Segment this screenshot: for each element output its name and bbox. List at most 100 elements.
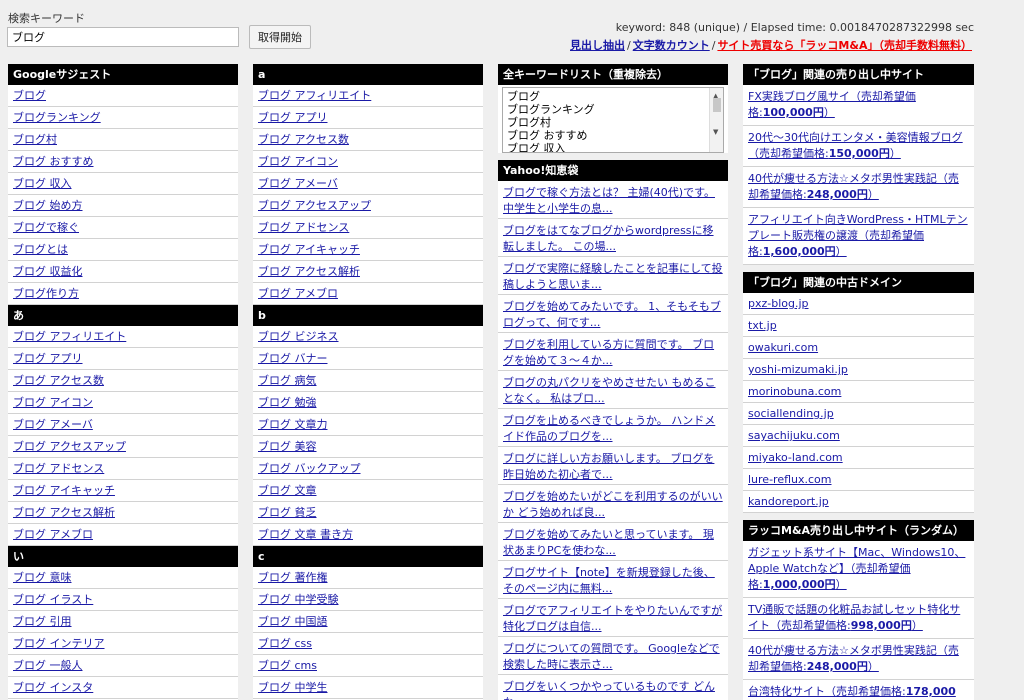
sale-site-link[interactable]: FX実践ブログ風サイ（売却希望価格:100,000円） [748,90,916,119]
related-sale-panel: 「ブログ」関連の売り出し中サイト FX実践ブログ風サイ（売却希望価格:100,0… [743,64,974,265]
keyword-link[interactable]: ブログ 始め方 [13,199,83,212]
char-count-link[interactable]: 文字数カウント [633,39,710,52]
question-link[interactable]: ブログについての質問です。 Googleなどで検索した時に表示さ... [503,642,720,671]
textarea-scrollbar[interactable]: ▲ ▼ [709,88,723,152]
keyword-link[interactable]: ブログ アプリ [258,111,328,124]
keyword-link[interactable]: ブログ アフィリエイト [258,89,371,102]
keyword-link[interactable]: ブログ バナー [258,352,328,365]
scroll-thumb[interactable] [713,98,721,112]
keyword-link[interactable]: ブログ 中学生 [258,681,328,694]
sale-site-row: 台湾特化サイト（売却希望価格:178,000 [743,680,974,700]
keyword-link[interactable]: ブログ アイキャッチ [258,243,360,256]
keyword-link[interactable]: ブログ インテリア [13,637,105,650]
keyword-link[interactable]: ブログ 病気 [258,374,317,387]
domain-link[interactable]: yoshi-mizumaki.jp [748,363,848,376]
all-keywords-textarea[interactable]: ▲ ▼ ブログブログランキングブログ村ブログ おすすめブログ 収入ブログ 始め方 [502,87,724,153]
domain-link[interactable]: kandoreport.jp [748,495,829,508]
keyword-link[interactable]: ブログ アイコン [13,396,93,409]
domain-link[interactable]: sociallending.jp [748,407,834,420]
keyword-link[interactable]: ブログ イラスト [13,593,93,606]
keyword-link[interactable]: ブログ 文章力 [258,418,328,431]
keyword-link[interactable]: ブログ cms [258,659,317,672]
keyword-link[interactable]: ブログ アクセス数 [258,133,349,146]
keyword-link[interactable]: ブログ アクセス解析 [13,506,115,519]
sale-site-link[interactable]: 台湾特化サイト（売却希望価格:178,000 [748,685,956,698]
sale-site-link[interactable]: 20代～30代向けエンタメ・美容情報ブログ（売却希望価格:150,000円） [748,131,963,160]
keyword-link[interactable]: ブログランキング [13,111,101,124]
keyword-link[interactable]: ブログ アメブロ [258,287,338,300]
keyword-link[interactable]: ブログ 意味 [13,571,72,584]
domain-link[interactable]: morinobuna.com [748,385,841,398]
keyword-link[interactable]: ブログ ビジネス [258,330,339,343]
keyword-link[interactable]: ブログ アイキャッチ [13,484,115,497]
keyword-link[interactable]: ブログ 中学受験 [258,593,339,606]
domain-link[interactable]: lure-reflux.com [748,473,832,486]
keyword-link[interactable]: ブログ アクセス数 [13,374,104,387]
question-link[interactable]: ブログを始めたいがどこを利用するのがいいか どう始めれば良... [503,490,723,519]
domain-row: sayachijuku.com [743,425,974,447]
keyword-link[interactable]: ブログ 著作権 [258,571,328,584]
keyword-link[interactable]: ブログ アメブロ [13,528,93,541]
keyword-link[interactable]: ブログ アドセンス [258,221,349,234]
keyword-link[interactable]: ブログ おすすめ [13,155,94,168]
question-link[interactable]: ブログで実際に経験したことを記事にして投稿しようと思いま... [503,262,723,291]
keyword-link[interactable]: ブログ アフィリエイト [13,330,126,343]
keyword-link[interactable]: ブログ アメーバ [258,177,338,190]
domain-link[interactable]: owakuri.com [748,341,818,354]
keyword-link[interactable]: ブログ村 [13,133,57,146]
keyword-link[interactable]: ブログ アクセスアップ [258,199,371,212]
keyword-link[interactable]: ブログ 勉強 [258,396,317,409]
sale-site-title: 台湾特化サイト（売却希望価格: [748,685,906,698]
sale-site-link[interactable]: 40代が痩せる方法☆メタボ男性実践記（売却希望価格:248,000円） [748,644,959,673]
keyword-link[interactable]: ブログとは [13,243,68,256]
domain-link[interactable]: pxz-blog.jp [748,297,809,310]
keyword-link[interactable]: ブログ アメーバ [13,418,93,431]
question-link[interactable]: ブログサイト【note】を新規登録した後、そのページ内に無料... [503,566,715,595]
keyword-row: ブログ アイコン [253,151,483,173]
sale-site-price: 248,000円 [806,188,868,201]
midashi-link[interactable]: 見出し抽出 [570,39,625,52]
sale-site-link[interactable]: アフィリエイト向きWordPress・HTMLテンプレート販売権の譲渡（売却希望… [748,213,968,258]
question-link[interactable]: ブログを始めてみたいと思っています。 現状あまりPCを使わな... [503,528,714,557]
keyword-link[interactable]: ブログ作り方 [13,287,79,300]
keyword-link[interactable]: ブログ 収入 [13,177,72,190]
domain-link[interactable]: miyako-land.com [748,451,843,464]
keyword-link[interactable]: ブログ [13,89,46,102]
question-link[interactable]: ブログで稼ぐ方法とは？ 主婦(40代)です。中学生と小学生の息... [503,186,715,215]
keyword-link[interactable]: ブログ 美容 [258,440,317,453]
keyword-link[interactable]: ブログで稼ぐ [13,221,79,234]
search-input[interactable] [7,27,239,47]
keyword-link[interactable]: ブログ バックアップ [258,462,361,475]
keyword-link[interactable]: ブログ アクセスアップ [13,440,126,453]
keyword-link[interactable]: ブログ 一般人 [13,659,83,672]
question-link[interactable]: ブログをはてなブログからwordpressに移転しました。 この場... [503,224,714,253]
keyword-link[interactable]: ブログ アクセス解析 [258,265,360,278]
sale-site-link[interactable]: TV通販で話題の化粧品お試しセット特化サイト（売却希望価格:998,000円） [748,603,960,632]
domain-link[interactable]: txt.jp [748,319,777,332]
keyword-link[interactable]: ブログ アイコン [258,155,338,168]
keyword-link[interactable]: ブログ 貧乏 [258,506,317,519]
question-link[interactable]: ブログを利用している方に質問です。 ブログを始めて３～４か... [503,338,714,367]
keyword-row: ブログ 収入 [8,173,238,195]
keyword-link[interactable]: ブログ インスタ [13,681,93,694]
question-link[interactable]: ブログに詳しい方お願いします。 ブログを昨日始めた初心者で... [503,452,714,481]
question-link[interactable]: ブログでアフィリエイトをやりたいんですが特化ブログは自信... [503,604,722,633]
fetch-button[interactable]: 取得開始 [249,25,311,49]
keyword-link[interactable]: ブログ 中国語 [258,615,328,628]
keyword-link[interactable]: ブログ css [258,637,312,650]
question-link[interactable]: ブログを止めるべきでしょうか。 ハンドメイド作品のブログを... [503,414,715,443]
keyword-link[interactable]: ブログ 文章 [258,484,317,497]
question-link[interactable]: ブログの丸パクリをやめさせたい もめることなく。 私はブロ... [503,376,716,405]
sale-site-link[interactable]: ガジェット系サイト【Mac、Windows10、Apple Watchなど】（売… [748,546,965,591]
sale-site-link[interactable]: 40代が痩せる方法☆メタボ男性実践記（売却希望価格:248,000円） [748,172,959,201]
keyword-link[interactable]: ブログ 文章 書き方 [258,528,353,541]
keyword-link[interactable]: ブログ 収益化 [13,265,83,278]
keyword-link[interactable]: ブログ アプリ [13,352,83,365]
rakko-sale-link[interactable]: サイト売買なら「ラッコM&A」（売却手数料無料） [717,39,972,52]
question-link[interactable]: ブログをいくつかやっているものです どんな [503,680,715,700]
domain-link[interactable]: sayachijuku.com [748,429,840,442]
question-link[interactable]: ブログを始めてみたいです。 1、そもそもブログって、何です... [503,300,721,329]
keyword-link[interactable]: ブログ 引用 [13,615,72,628]
keyword-link[interactable]: ブログ アドセンス [13,462,104,475]
scroll-down-icon[interactable]: ▼ [713,126,718,139]
